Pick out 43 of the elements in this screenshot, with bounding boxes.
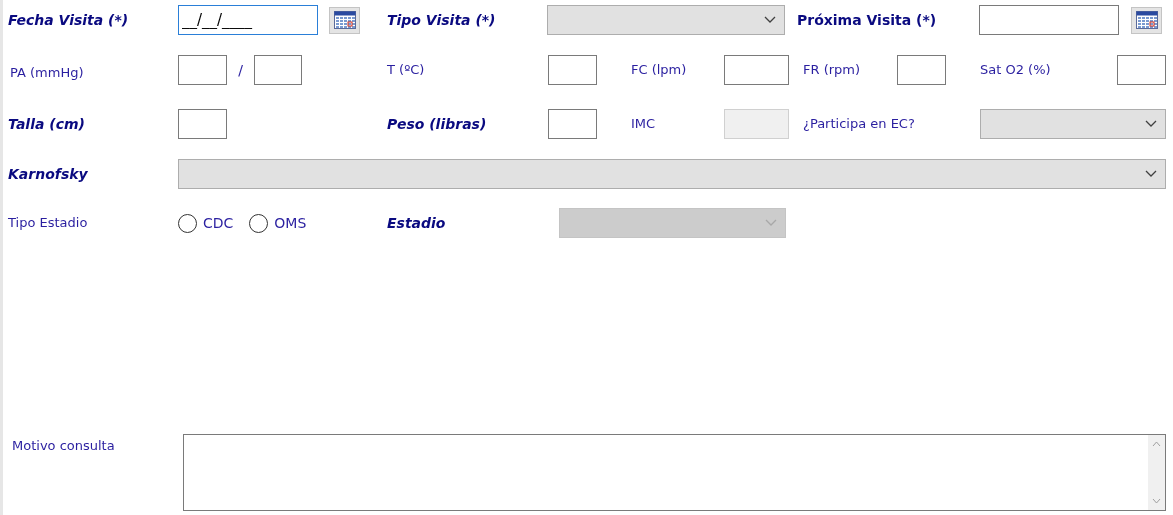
field-label: Karnofsky <box>8 164 89 184</box>
field-label: FR (rpm) <box>803 61 862 80</box>
chevron-icon <box>1145 170 1157 178</box>
input-field[interactable] <box>178 109 227 139</box>
chevron-icon <box>1145 120 1157 128</box>
separator-text: / <box>237 60 244 80</box>
radio-button[interactable] <box>178 213 197 233</box>
input-field[interactable] <box>178 55 227 85</box>
text-area[interactable] <box>183 434 1166 511</box>
select-field[interactable] <box>178 159 1166 189</box>
field-label: T (ºC) <box>387 61 426 80</box>
radio-label[interactable]: CDC <box>203 212 234 234</box>
input-field[interactable] <box>548 55 597 85</box>
field-label: ¿Participa en EC? <box>803 115 916 134</box>
field-label: Tipo Estadio <box>8 214 89 233</box>
chevron-icon <box>765 219 777 227</box>
input-field[interactable] <box>724 55 789 85</box>
chevron-icon <box>764 16 776 24</box>
calendar-button[interactable] <box>1131 6 1162 34</box>
field-label: Próxima Visita (*) <box>797 10 938 30</box>
select-field[interactable] <box>980 109 1166 139</box>
field-label: Peso (libras) <box>387 114 488 134</box>
input-field[interactable] <box>548 109 597 139</box>
input-field[interactable] <box>254 55 302 85</box>
input-field[interactable] <box>979 5 1119 35</box>
input-field[interactable] <box>897 55 946 85</box>
field-label: Tipo Visita (*) <box>387 10 497 30</box>
field-label: IMC <box>631 115 657 134</box>
field-label: Fecha Visita (*) <box>8 10 130 30</box>
calendar-icon <box>1135 11 1158 29</box>
field-label: Sat O2 (%) <box>980 61 1052 80</box>
input-field[interactable]: __/__/____ <box>178 5 318 35</box>
field-label: FC (lpm) <box>631 61 688 80</box>
field-label: Talla (cm) <box>8 114 86 134</box>
calendar-icon <box>333 11 356 29</box>
input-field[interactable] <box>1117 55 1166 85</box>
field-label: Motivo consulta <box>12 437 116 455</box>
field-label: Estadio <box>387 213 447 233</box>
radio-button[interactable] <box>249 213 269 233</box>
select-field[interactable] <box>547 5 785 35</box>
radio-label[interactable]: OMS <box>274 212 307 234</box>
calendar-button[interactable] <box>329 6 360 34</box>
field-label: PA (mmHg) <box>10 64 85 83</box>
